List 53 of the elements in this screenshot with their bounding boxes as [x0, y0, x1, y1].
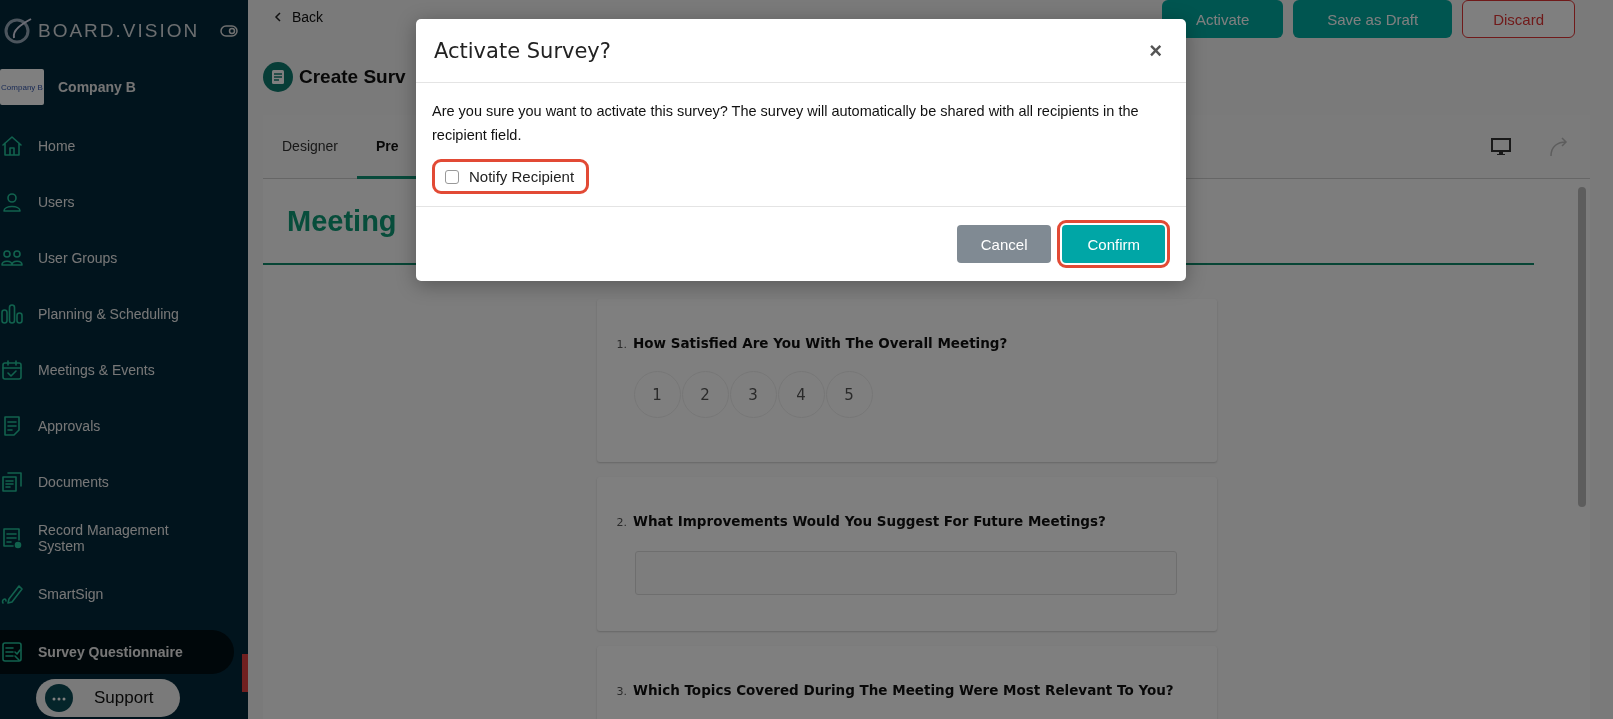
sidebar-item[interactable]: Survey Questionnaire [0, 630, 234, 674]
record-icon [0, 526, 24, 550]
discard-button[interactable]: Discard [1462, 0, 1575, 38]
back-link[interactable]: Back [274, 9, 324, 25]
question-text: Which Topics Covered During The Meeting Were Most Relevant To You? [633, 682, 1174, 698]
chevron-icon [274, 12, 282, 22]
chat-icon [44, 683, 74, 713]
rating-option[interactable]: 1 [633, 371, 681, 418]
home-icon [0, 134, 24, 158]
company-name: Company B [58, 79, 136, 95]
action-button[interactable]: Activate [1161, 0, 1284, 38]
sidebar-item[interactable]: Approvals [0, 398, 234, 454]
documents-icon [0, 470, 24, 494]
page-title: Create Surv [299, 66, 406, 88]
rating-option[interactable]: 4 [777, 371, 825, 418]
selection-bar [242, 654, 248, 692]
rating-option[interactable]: 2 [681, 371, 729, 418]
confirm-button[interactable]: Confirm [1062, 225, 1165, 263]
sidebar-item[interactable]: User Groups [0, 230, 234, 286]
survey-icon [263, 62, 293, 92]
action-button[interactable]: Save as Draft [1293, 0, 1453, 38]
question-number: 3. [616, 685, 627, 698]
sidebar-item[interactable]: Planning & Scheduling [0, 286, 234, 342]
support-button[interactable]: Support [36, 679, 180, 717]
sidebar-item[interactable]: Record Management System [0, 510, 234, 566]
sidebar-item[interactable]: SmartSign [0, 566, 234, 622]
brand-name: BOARD.VISION [38, 20, 201, 42]
question-number: 1. [616, 338, 627, 351]
toggle-icon[interactable] [220, 25, 238, 37]
sidebar-item[interactable]: Users [0, 174, 234, 230]
question-text: How Satisfied Are You With The Overall Meeting? [633, 335, 1008, 351]
bar-chart-icon [0, 302, 24, 326]
rating-option[interactable]: 3 [729, 371, 777, 418]
pen-icon [0, 582, 24, 606]
dialog-message: Are you sure you want to activate this survey? The survey will automatically be shared with all recipients in the recipient field. [432, 102, 1140, 145]
cancel-button[interactable]: Cancel [956, 225, 1052, 263]
question-text: What Improvements Would You Suggest For Future Meetings? [633, 513, 1106, 529]
logo-icon [2, 16, 32, 46]
company-logo: Company B [0, 69, 44, 105]
question-number: 2. [616, 516, 627, 529]
monitor-icon[interactable] [1490, 135, 1512, 158]
calendar-icon [0, 358, 24, 382]
user-icon [0, 190, 24, 214]
rating-option[interactable]: 5 [825, 371, 873, 418]
tab[interactable]: Designer [263, 115, 358, 179]
sidebar-item[interactable]: Documents [0, 454, 234, 510]
checklist-icon [0, 640, 24, 664]
sidebar-item[interactable]: Meetings & Events [0, 342, 234, 398]
sidebar-item[interactable]: Home [0, 118, 234, 174]
close-button[interactable]: × [1145, 37, 1166, 64]
scrollbar[interactable] [1578, 187, 1586, 507]
redo-icon[interactable] [1548, 135, 1570, 158]
dialog-title: Activate Survey? [434, 38, 612, 63]
